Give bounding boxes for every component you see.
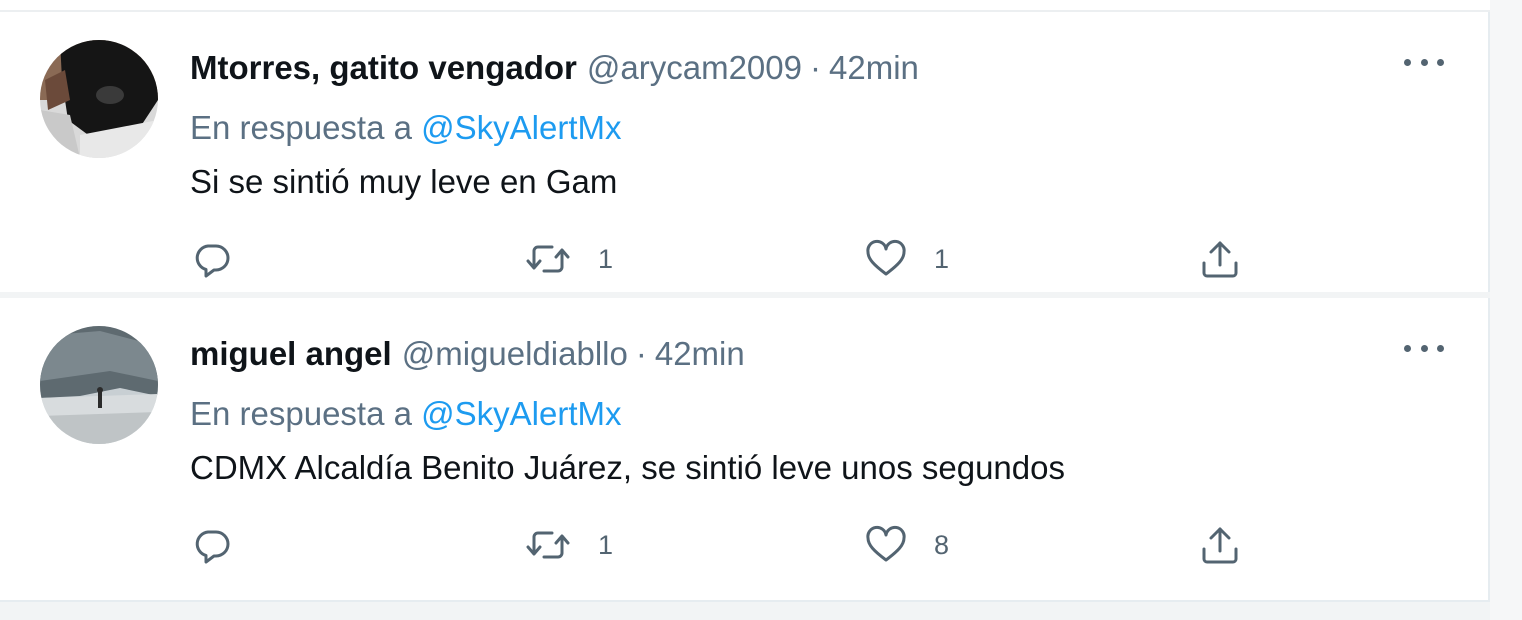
tweet-actions: 1 8 — [190, 523, 1290, 567]
reply-icon — [195, 244, 230, 278]
share-button[interactable] — [1198, 237, 1242, 281]
separator-dot: · — [810, 49, 821, 86]
tweet-header: Mtorres, gatito vengador @arycam2009 · 4… — [190, 48, 919, 88]
heart-icon — [866, 239, 906, 276]
retweet-button[interactable]: 1 — [524, 523, 613, 567]
reply-mention-link[interactable]: @SkyAlertMx — [421, 395, 621, 432]
previous-tweet-edge — [0, 0, 1490, 12]
reply-button[interactable] — [190, 523, 234, 567]
avatar[interactable] — [40, 40, 158, 158]
tweet[interactable]: Mtorres, gatito vengador @arycam2009 · 4… — [0, 12, 1490, 292]
tweet[interactable]: miguel angel @migueldiabllo · 42min En r… — [0, 298, 1490, 602]
retweet-icon — [526, 245, 570, 273]
tweet-header: miguel angel @migueldiabllo · 42min — [190, 334, 745, 374]
tweet-text: CDMX Alcaldía Benito Juárez, se sintió l… — [190, 449, 1065, 486]
like-count: 1 — [934, 244, 950, 274]
share-button[interactable] — [1198, 523, 1242, 567]
share-icon — [1202, 241, 1238, 278]
display-name[interactable]: Mtorres, gatito vengador — [190, 48, 577, 88]
user-handle[interactable]: @migueldiabllo — [402, 334, 628, 374]
reply-context: En respuesta a @SkyAlertMx — [190, 394, 622, 434]
retweet-count: 1 — [598, 244, 614, 274]
reply-prefix: En respuesta a — [190, 109, 412, 146]
landscape-avatar-icon — [40, 326, 158, 444]
more-options-icon[interactable] — [1402, 50, 1446, 74]
avatar[interactable] — [40, 326, 158, 444]
timestamp[interactable]: 42min — [829, 48, 919, 88]
heart-icon — [866, 525, 906, 562]
tweet-feed: Mtorres, gatito vengador @arycam2009 · 4… — [0, 0, 1490, 620]
retweet-icon — [526, 531, 570, 559]
like-count: 8 — [934, 530, 950, 560]
tweet-text: Si se sintió muy leve en Gam — [190, 163, 618, 200]
reply-context: En respuesta a @SkyAlertMx — [190, 108, 622, 148]
like-button[interactable]: 8 — [864, 523, 949, 567]
retweet-count: 1 — [598, 530, 614, 560]
reply-icon — [195, 530, 230, 564]
display-name[interactable]: miguel angel — [190, 334, 392, 374]
user-handle[interactable]: @arycam2009 — [587, 48, 802, 88]
cat-avatar-icon — [40, 40, 158, 158]
page-gutter — [1490, 0, 1522, 620]
tweet-actions: 1 1 — [190, 237, 1290, 281]
timestamp[interactable]: 42min — [655, 334, 745, 374]
reply-button[interactable] — [190, 237, 234, 281]
retweet-button[interactable]: 1 — [524, 237, 613, 281]
like-button[interactable]: 1 — [864, 237, 949, 281]
share-icon — [1202, 527, 1238, 564]
more-options-icon[interactable] — [1402, 336, 1446, 360]
reply-prefix: En respuesta a — [190, 395, 412, 432]
separator-dot: · — [635, 335, 647, 372]
reply-mention-link[interactable]: @SkyAlertMx — [421, 109, 621, 146]
